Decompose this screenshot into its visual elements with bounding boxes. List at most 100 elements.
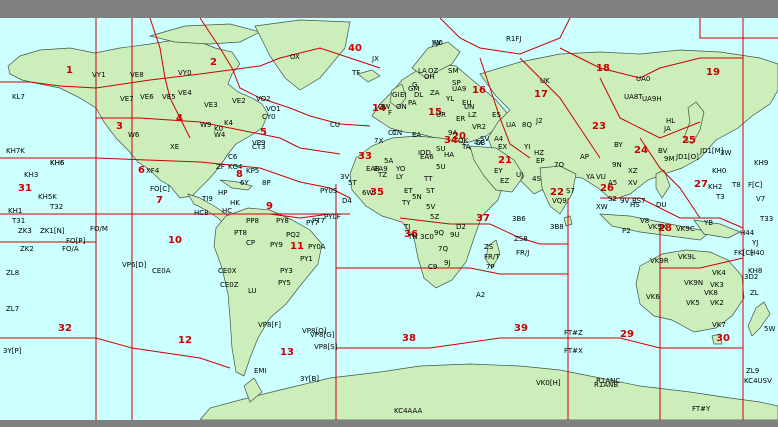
callsign-prefix-label: OK — [458, 137, 469, 145]
callsign-prefix-label: V7 — [756, 195, 766, 203]
callsign-prefix-label: HL — [666, 117, 676, 125]
callsign-prefix-label: A4 — [494, 135, 504, 143]
callsign-prefix-label: VY0 — [178, 69, 192, 77]
callsign-prefix-label: 5A — [384, 157, 394, 165]
callsign-prefix-label: BS7 — [632, 197, 646, 205]
callsign-prefix-label: 5T — [348, 179, 357, 187]
callsign-prefix-label: VK0[H] — [536, 379, 561, 387]
callsign-prefix-label: TT — [424, 175, 433, 183]
callsign-prefix-label: HP — [218, 189, 228, 197]
callsign-prefix-label: DL — [414, 91, 424, 99]
callsign-prefix-label: VE2 — [232, 97, 246, 105]
callsign-prefix-label: JX — [372, 55, 379, 63]
zone-number-39: 39 — [514, 323, 528, 334]
callsign-prefix-label: ZK1[N] — [40, 227, 65, 235]
callsign-prefix-label: KC4AAA — [394, 407, 423, 415]
zone-number-21: 21 — [498, 155, 512, 166]
callsign-prefix-label: UR — [436, 111, 446, 119]
callsign-prefix-label: XV — [628, 179, 638, 187]
callsign-prefix-label: KH5K — [38, 193, 57, 201]
callsign-prefix-label: W4 — [214, 131, 226, 139]
callsign-prefix-label: FR/T — [484, 253, 500, 261]
world-zone-map[interactable]: 1 2 3 4 5 6 7 8 9 10 11 12 13 14 15 16 17 18 19 20 21 22 23 24 2… — [0, 18, 778, 420]
callsign-prefix-label: ZF — [216, 163, 225, 171]
callsign-prefix-label: G — [412, 81, 418, 89]
callsign-prefix-label: P2 — [622, 227, 631, 235]
callsign-prefix-label: 5W — [764, 325, 776, 333]
land-layer — [7, 19, 778, 420]
callsign-prefix-label: K0 — [214, 125, 224, 133]
callsign-prefix-label: XZ — [628, 167, 638, 175]
callsign-prefix-label: FO/A — [62, 245, 79, 253]
zone-number-12: 12 — [178, 335, 192, 346]
callsign-prefix-label: EZ — [500, 177, 510, 185]
callsign-prefix-label: K4 — [224, 119, 234, 127]
callsign-prefix-label: ST — [426, 187, 435, 195]
callsign-prefix-label: ZS — [484, 243, 494, 251]
zone-number-32: 32 — [58, 323, 72, 334]
zone-number-30: 30 — [716, 333, 730, 344]
land-south-america — [213, 207, 323, 377]
callsign-prefix-label: EA — [412, 131, 422, 139]
callsign-prefix-label: EU — [462, 99, 472, 107]
callsign-prefix-label: EMI — [254, 367, 267, 375]
land-philippines — [655, 169, 671, 199]
callsign-prefix-label: 8Q — [522, 121, 532, 129]
callsign-prefix-label: YJ — [752, 239, 759, 247]
callsign-prefix-label: FR/J — [516, 249, 530, 257]
callsign-prefix-label: TF — [352, 69, 361, 77]
callsign-prefix-label: CE0X — [218, 267, 237, 275]
callsign-prefix-label: KG4 — [228, 163, 243, 171]
callsign-prefix-label: VP8[S] — [314, 343, 338, 351]
callsign-prefix-label: H40 — [750, 249, 765, 257]
callsign-prefix-label: VE7 — [120, 95, 134, 103]
callsign-prefix-label: BV — [658, 147, 668, 155]
callsign-prefix-label: KH7K — [6, 147, 25, 155]
callsign-prefix-label: R1FJ — [506, 35, 522, 43]
callsign-prefix-label: UA0 — [636, 75, 651, 83]
callsign-prefix-label: OH — [424, 73, 435, 81]
callsign-prefix-label: UJ — [516, 171, 524, 179]
callsign-prefix-label: VK6 — [646, 293, 660, 301]
callsign-prefix-label: A2 — [476, 291, 486, 299]
callsign-prefix-label: VP8[O] — [302, 327, 327, 335]
zone-number-9: 9 — [266, 201, 273, 212]
callsign-prefix-label: KH2 — [708, 183, 723, 191]
callsign-prefix-label: H44 — [740, 229, 755, 237]
callsign-prefix-label: PY0A — [308, 243, 326, 251]
land-arctic-islands — [148, 23, 261, 45]
callsign-prefix-label: 3C0 — [420, 233, 434, 241]
callsign-prefix-label: 5U — [436, 163, 446, 171]
callsign-prefix-label: 3Y[P] — [3, 347, 22, 355]
callsign-prefix-label: 7X — [374, 137, 384, 145]
callsign-prefix-label: 8P — [262, 179, 271, 187]
zone-number-1: 1 — [66, 65, 73, 76]
callsign-prefix-label: 6Y — [240, 179, 249, 187]
callsign-prefix-label: W6 — [128, 131, 140, 139]
callsign-prefix-label: KH0 — [712, 167, 727, 175]
callsign-prefix-label: VK3 — [710, 281, 724, 289]
callsign-prefix-label: W9 — [200, 121, 212, 129]
callsign-prefix-label: HK — [230, 199, 240, 207]
callsign-prefix-label: KH3 — [24, 171, 39, 179]
callsign-prefix-label: 9Q — [434, 229, 444, 237]
callsign-prefix-label: HZ — [534, 149, 545, 157]
callsign-prefix-label: UA8T — [624, 93, 643, 101]
callsign-prefix-label: 3B8 — [550, 223, 564, 231]
zone-number-29: 29 — [620, 329, 634, 340]
callsign-prefix-label: PT8 — [234, 229, 247, 237]
callsign-prefix-label: ZA — [430, 89, 440, 97]
callsign-prefix-label: TY — [402, 199, 411, 207]
callsign-prefix-label: SM — [448, 67, 459, 75]
callsign-prefix-label: D4 — [342, 197, 352, 205]
callsign-prefix-label: VE6 — [140, 93, 154, 101]
callsign-prefix-label: YO — [396, 165, 406, 173]
callsign-prefix-label: FO[P] — [66, 237, 86, 245]
zone-number-19: 19 — [706, 67, 720, 78]
zone-number-27: 27 — [694, 179, 708, 190]
callsign-prefix-label: KH6 — [50, 159, 65, 167]
callsign-prefix-label: LU — [248, 287, 257, 295]
callsign-prefix-label: FT#X — [564, 347, 583, 355]
callsign-prefix-label: BY — [614, 141, 623, 149]
callsign-prefix-label: 5N — [412, 193, 422, 201]
